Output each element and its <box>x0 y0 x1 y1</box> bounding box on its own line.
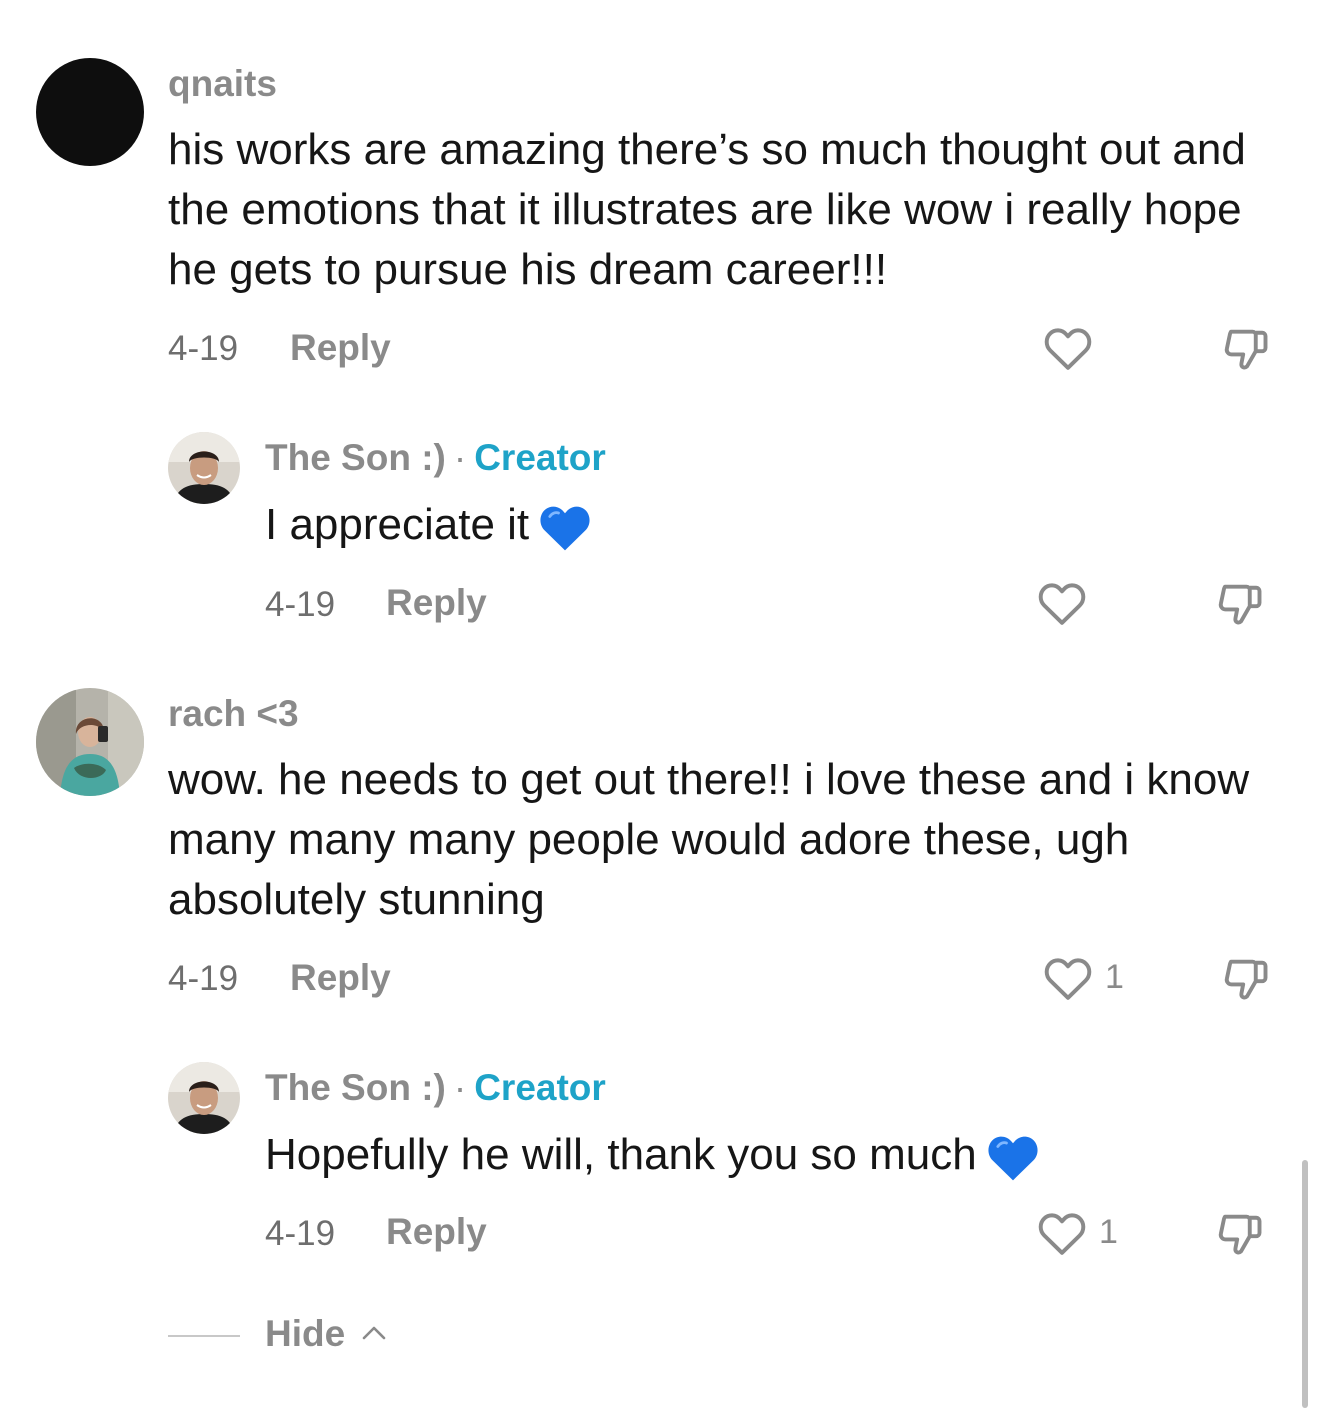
comment-username[interactable]: qnaits <box>168 63 277 105</box>
avatar[interactable] <box>36 688 144 796</box>
heart-outline-icon[interactable] <box>1043 325 1093 371</box>
heart-outline-icon[interactable] <box>1043 955 1093 1001</box>
hide-divider <box>168 1335 240 1337</box>
blue-heart-emoji <box>540 506 590 551</box>
comment-text: Hopefully he will, thank you so much <box>265 1130 977 1179</box>
avatar[interactable] <box>36 58 144 166</box>
comment-date: 4-19 <box>265 585 336 624</box>
hide-replies-button[interactable]: Hide <box>265 1313 345 1355</box>
comment-username[interactable]: rach <3 <box>168 693 299 735</box>
separator: · <box>453 437 467 478</box>
creator-badge: Creator <box>474 1067 606 1108</box>
reply-button[interactable]: Reply <box>386 582 487 624</box>
avatar[interactable] <box>168 432 240 504</box>
comment-text: his works are amazing there’s so much th… <box>168 125 1246 294</box>
reply-button[interactable]: Reply <box>290 957 391 999</box>
blue-heart-emoji <box>988 1136 1038 1181</box>
comment-text: wow. he needs to get out there!! i love … <box>168 755 1250 924</box>
comment-text-row: Hopefully he will, thank you so much <box>265 1125 1275 1185</box>
thumbs-down-icon[interactable] <box>1214 578 1266 630</box>
thumbs-down-icon[interactable] <box>1220 953 1272 1005</box>
comment-date: 4-19 <box>168 329 239 368</box>
reply-button[interactable]: Reply <box>386 1211 487 1253</box>
chevron-up-icon[interactable] <box>360 1322 388 1342</box>
comment-date: 4-19 <box>265 1214 336 1253</box>
comment-username[interactable]: The Son :) <box>265 437 446 478</box>
comment-date: 4-19 <box>168 959 239 998</box>
avatar[interactable] <box>168 1062 240 1134</box>
comment-username-row: The Son :) · Creator <box>265 437 606 479</box>
heart-outline-icon[interactable] <box>1037 1210 1087 1256</box>
comment-text: I appreciate it <box>265 500 530 549</box>
thumbs-down-icon[interactable] <box>1220 323 1272 375</box>
comment-text-row: I appreciate it <box>265 495 1265 555</box>
heart-outline-icon[interactable] <box>1037 580 1087 626</box>
creator-badge: Creator <box>474 437 606 478</box>
scrollbar[interactable] <box>1302 1160 1308 1408</box>
comment-username[interactable]: The Son :) <box>265 1067 446 1108</box>
reply-button[interactable]: Reply <box>290 327 391 369</box>
comment-username-row: The Son :) · Creator <box>265 1067 606 1109</box>
like-count: 1 <box>1105 958 1124 996</box>
thumbs-down-icon[interactable] <box>1214 1208 1266 1260</box>
separator: · <box>453 1067 467 1108</box>
like-count: 1 <box>1099 1213 1118 1251</box>
